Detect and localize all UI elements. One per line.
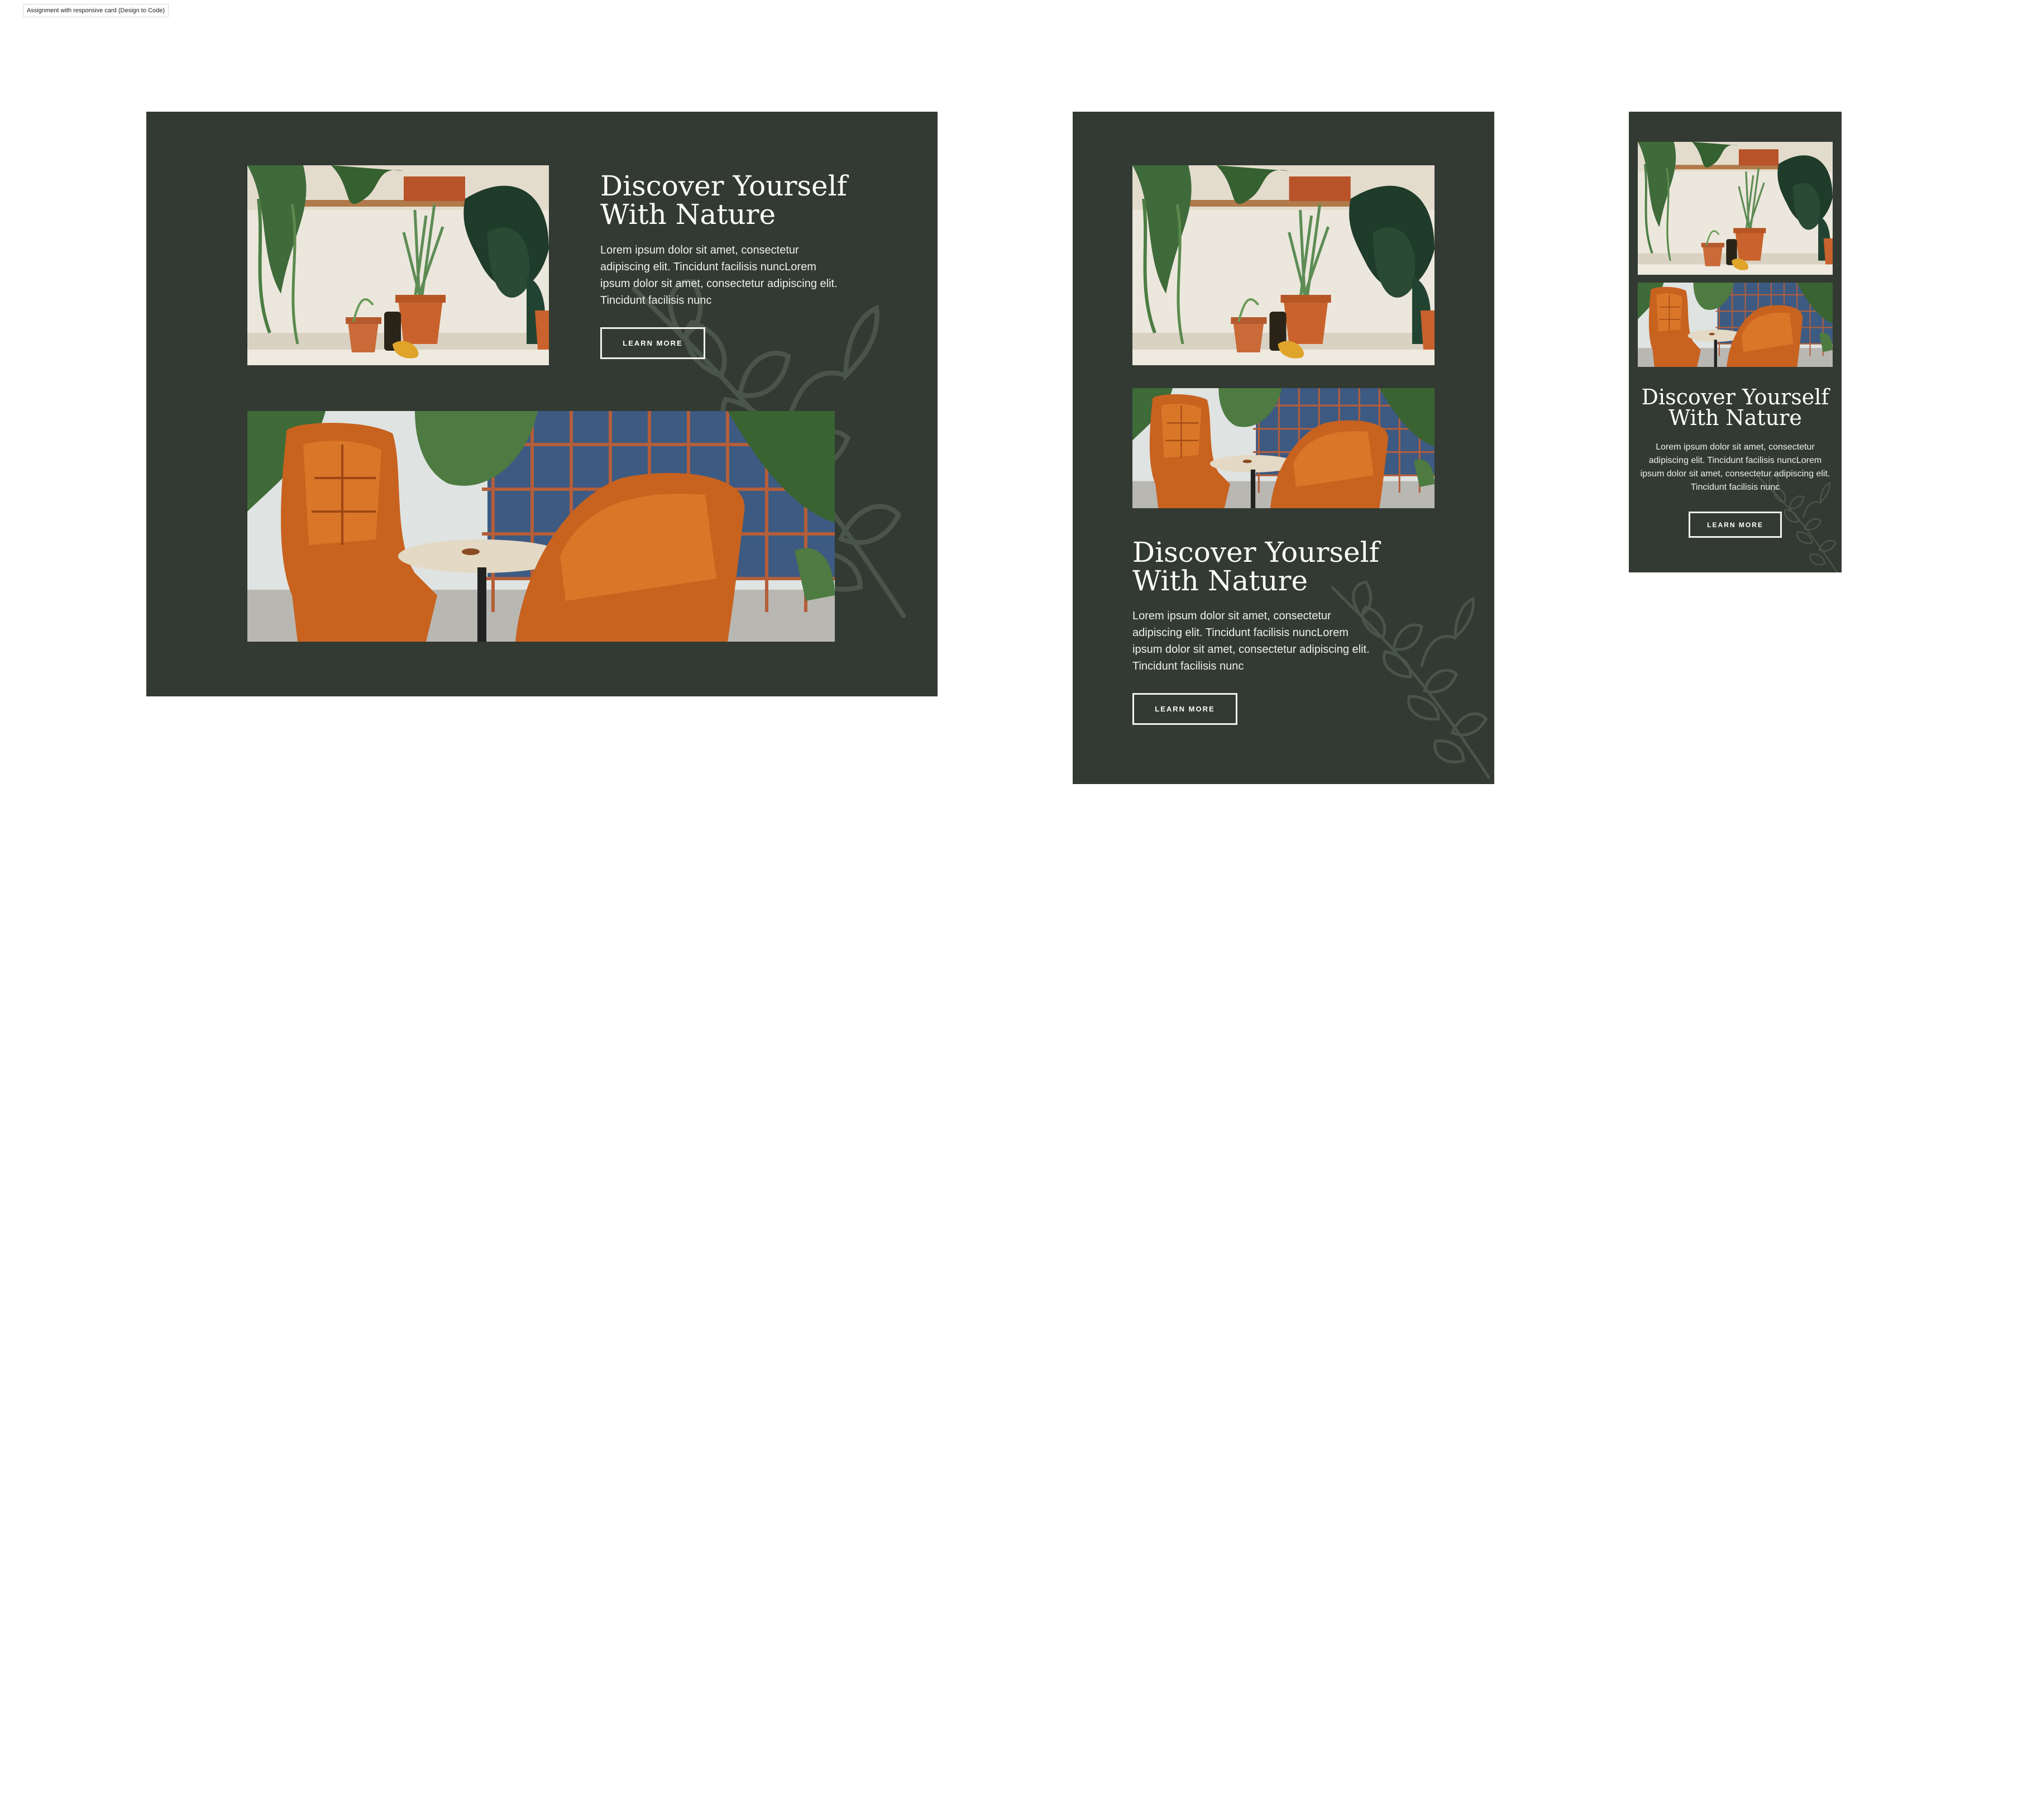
card-heading: Discover Yourself With Nature xyxy=(1132,536,1380,597)
card-desktop: Discover Yourself With Nature Lorem ipsu… xyxy=(146,112,938,696)
learn-more-button[interactable]: LEARN MORE xyxy=(1689,512,1782,538)
chairs-photo xyxy=(247,411,835,642)
card-mobile: Discover Yourself With Nature Lorem ipsu… xyxy=(1629,112,1842,572)
plants-photo xyxy=(247,165,549,365)
card-heading: Discover Yourself With Nature xyxy=(600,170,848,231)
card-heading: Discover Yourself With Nature xyxy=(1641,385,1829,430)
card-body: Lorem ipsum dolor sit amet, consectetur … xyxy=(1640,442,1830,492)
card-tablet: Discover Yourself With Nature Lorem ipsu… xyxy=(1073,112,1494,784)
plants-photo xyxy=(1638,142,1833,275)
card-body: Lorem ipsum dolor sit amet, consectetur … xyxy=(1132,610,1370,672)
frame-label: Assignment with responsive card (Design … xyxy=(23,4,169,17)
plants-photo xyxy=(1132,165,1435,365)
chairs-photo xyxy=(1132,388,1435,508)
learn-more-button[interactable]: LEARN MORE xyxy=(1132,693,1237,725)
card-body: Lorem ipsum dolor sit amet, consectetur … xyxy=(600,244,838,307)
chairs-photo xyxy=(1638,283,1833,367)
learn-more-button[interactable]: LEARN MORE xyxy=(600,327,705,359)
